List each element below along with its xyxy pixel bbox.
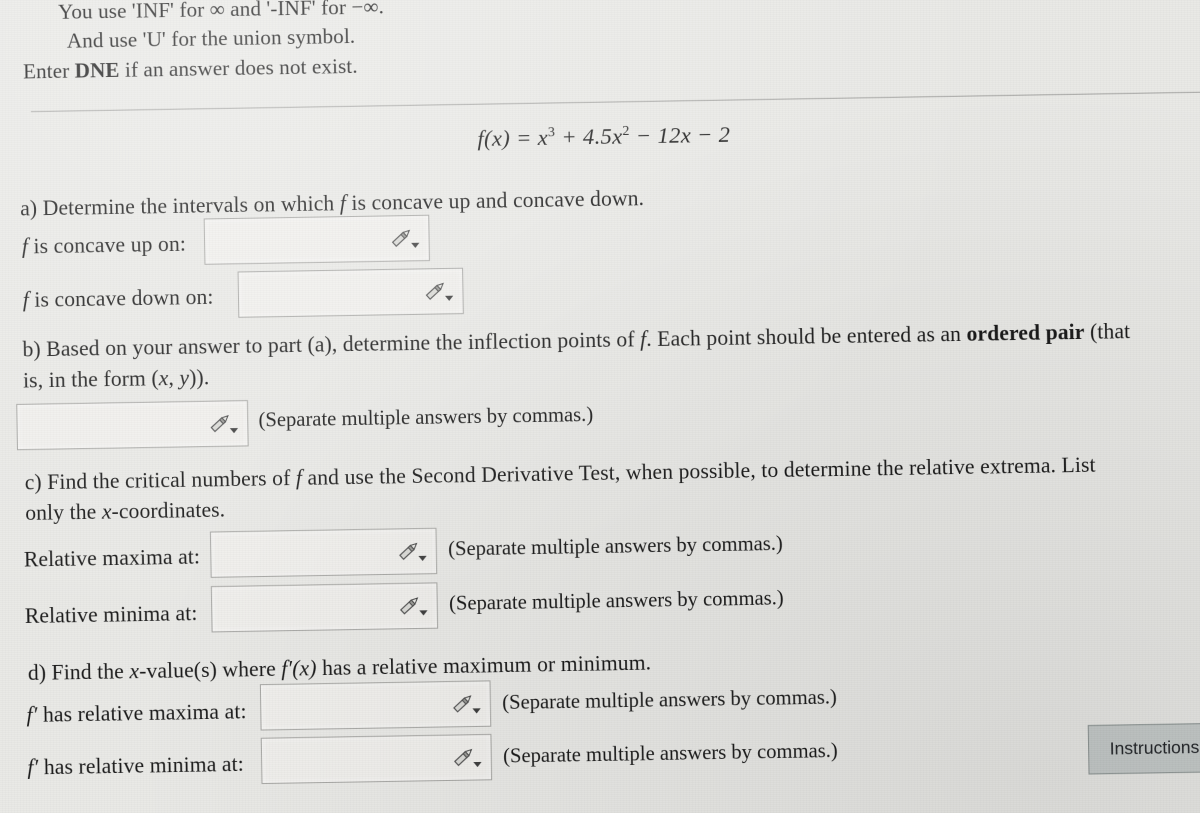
inflection-points-input[interactable] (16, 400, 249, 451)
part-d-prompt-fprime: f′(x) (281, 655, 317, 681)
part-a-field-0-label: f is concave up on: (22, 229, 187, 261)
relative-minima-label: Relative minima at: (24, 600, 198, 629)
part-c-prompt-seg2: and use the Second Derivative Test, when… (301, 451, 1096, 490)
part-b-prompt-ordered-pair: ordered pair (966, 319, 1085, 346)
part-b-prompt2-comma: , (168, 365, 180, 391)
function-equation: f(x) = x3 + 4.5x2 − 12x − 2 (477, 121, 730, 152)
part-c-prompt-line2: only the x-coordinates. (25, 495, 225, 527)
equation-term1: x (537, 124, 549, 151)
part-d-prompt-seg3: has a relative maximum or minimum. (316, 649, 652, 681)
equation-term2: + 4.5x (555, 122, 623, 150)
fprime-maxima-label-text: has relative maxima at: (37, 698, 247, 728)
header-dne-pre: Enter (22, 59, 75, 84)
concave-down-input[interactable] (237, 267, 464, 318)
header-line-union: And use 'U' for the union symbol. (66, 25, 356, 53)
pencil-icon[interactable] (389, 227, 420, 250)
relative-maxima-hint: (Separate multiple answers by commas.) (447, 532, 783, 561)
part-b-prompt-line1: b) Based on your answer to part (a), det… (22, 316, 1130, 363)
part-d-prompt-seg2: -value(s) where (138, 656, 282, 684)
pencil-icon[interactable] (397, 594, 428, 617)
part-c-prompt-line1: c) Find the critical numbers of f and us… (24, 450, 1096, 497)
equation-lhs: f(x) = (477, 124, 538, 152)
part-c-prompt2-seg1: only the (25, 499, 103, 526)
part-a-field-0-label-text: is concave up on: (27, 231, 187, 259)
part-a-prompt-seg2: is concave up and concave down. (345, 185, 645, 216)
fprime-minima-label: f′ has relative minima at: (27, 749, 244, 782)
relative-minima-hint: (Separate multiple answers by commas.) (448, 586, 784, 616)
header-dne-keyword: DNE (74, 59, 120, 83)
relative-minima-input[interactable] (210, 582, 439, 633)
header-line-dne: Enter DNE if an answer does not exist. (23, 53, 358, 87)
part-b-prompt-seg1: b) Based on your answer to part (a), det… (22, 326, 641, 362)
fprime-minima-label-var: f′ (27, 754, 39, 780)
pencil-icon[interactable] (423, 280, 454, 303)
relative-maxima-label: Relative maxima at: (23, 544, 201, 572)
part-a-field-1-label-text: is concave down on: (28, 284, 214, 313)
fprime-maxima-label-var: f′ (26, 702, 38, 728)
fprime-minima-hint: (Separate multiple answers by commas.) (502, 739, 838, 768)
part-b-prompt2-seg1: is, in the form ( (22, 365, 159, 393)
fprime-minima-input[interactable] (260, 733, 493, 785)
fprime-maxima-label: f′ has relative maxima at: (26, 697, 246, 730)
concave-up-input[interactable] (203, 214, 431, 265)
part-d-prompt-seg1: d) Find the (27, 658, 130, 685)
equation-term3: − 12x − 2 (629, 121, 731, 149)
fprime-maxima-input[interactable] (259, 680, 492, 731)
part-d-prompt: d) Find the x-value(s) where f′(x) has a… (28, 648, 652, 687)
part-d-prompt-var-x: x (129, 658, 140, 684)
part-c-prompt2-var-x: x (101, 499, 112, 525)
assignment-page: You use 'INF' for ∞ and '-INF' for −∞. A… (0, 0, 1200, 795)
part-b-hint: (Separate multiple answers by commas.) (258, 403, 594, 432)
pencil-icon[interactable] (208, 412, 239, 435)
pencil-icon[interactable] (451, 692, 482, 715)
fprime-maxima-hint: (Separate multiple answers by commas.) (502, 685, 838, 715)
part-b-prompt-seg2: . Each point should be entered as an (646, 321, 967, 352)
part-b-prompt-seg3: (that (1084, 318, 1131, 344)
part-b-prompt2-seg2: )). (188, 364, 210, 390)
pencil-icon[interactable] (397, 540, 428, 563)
pencil-icon[interactable] (451, 746, 482, 769)
part-a-field-1-label: f is concave down on: (22, 282, 214, 314)
relative-maxima-input[interactable] (209, 527, 438, 578)
part-c-prompt2-seg2: -coordinates. (111, 497, 226, 524)
part-c-prompt-seg1: c) Find the critical numbers of (24, 465, 297, 495)
fprime-minima-label-text: has relative minima at: (38, 751, 245, 780)
part-b-prompt-line2: is, in the form (x, y)). (23, 363, 210, 395)
instructions-button[interactable]: Instructions (1087, 722, 1200, 775)
section-divider (30, 91, 1200, 113)
part-a-prompt-seg1: a) Determine the intervals on which (19, 190, 340, 221)
header-dne-post: if an answer does not exist. (119, 55, 358, 82)
